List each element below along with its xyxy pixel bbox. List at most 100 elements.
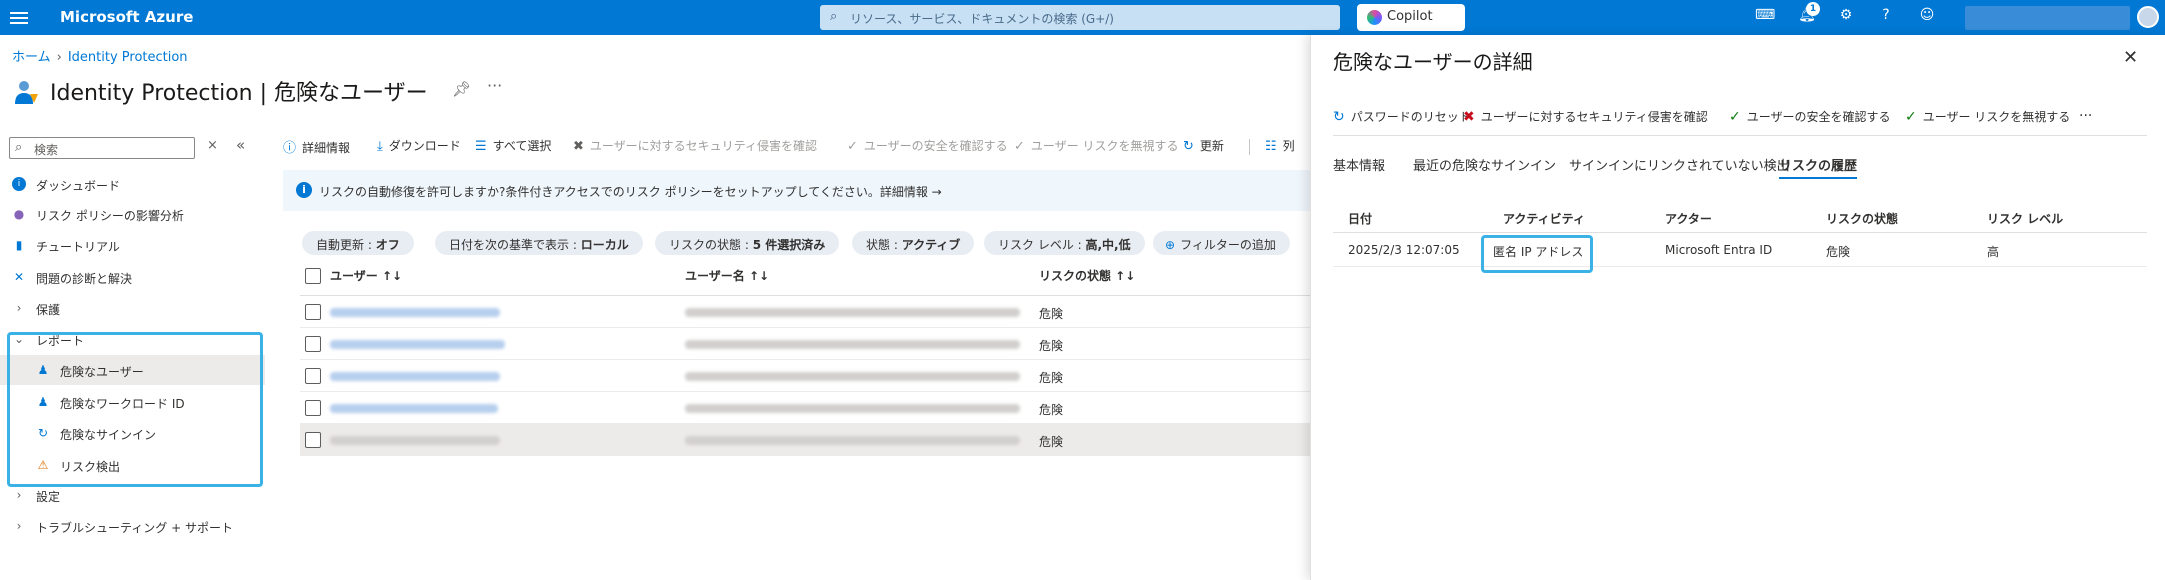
collapse-nav-icon[interactable]: « bbox=[236, 136, 245, 154]
copilot-icon bbox=[1367, 10, 1382, 25]
user-display-name[interactable] bbox=[330, 404, 498, 413]
nav-item-dashboard[interactable]: i ダッシュボード bbox=[0, 169, 265, 199]
nav-item-diagnose[interactable]: ✕ 問題の診断と解決 bbox=[0, 262, 265, 292]
toolbar-divider bbox=[1249, 139, 1250, 155]
confirm-compromised-button[interactable]: ✖ ユーザーに対するセキュリティ侵害を確認 bbox=[573, 137, 817, 154]
table-row[interactable]: 危険 bbox=[300, 392, 1310, 424]
column-header-risk-state[interactable]: リスクの状態 bbox=[1826, 210, 1898, 227]
refresh-button[interactable]: ↻ 更新 bbox=[1183, 137, 1224, 154]
column-header-username[interactable]: ユーザー名 ↑↓ bbox=[685, 267, 769, 284]
add-filter-button[interactable]: ⊕ フィルターの追加 bbox=[1153, 231, 1290, 255]
confirm-compromised-button[interactable]: ✖ ユーザーに対するセキュリティ侵害を確認 bbox=[1463, 108, 1708, 125]
close-icon[interactable]: ✕ bbox=[2123, 47, 2138, 68]
table-row[interactable]: 危険 bbox=[300, 360, 1310, 392]
filter-value: 高,中,低 bbox=[1085, 238, 1131, 252]
select-all-button[interactable]: ☰ すべて選択 bbox=[475, 137, 551, 154]
column-header-risk-state[interactable]: リスクの状態 ↑↓ bbox=[1039, 267, 1135, 284]
user-display-name[interactable] bbox=[330, 372, 500, 381]
select-all-label: すべて選択 bbox=[492, 139, 552, 153]
confirm-safe-button[interactable]: ✓ ユーザーの安全を確認する bbox=[1729, 108, 1891, 125]
user-principal-name bbox=[685, 404, 1020, 413]
help-icon[interactable]: ? bbox=[1876, 7, 1896, 27]
tab-basic-info[interactable]: 基本情報 bbox=[1333, 155, 1385, 174]
columns-button[interactable]: ☷ 列 bbox=[1265, 137, 1295, 154]
dismiss-risk-button[interactable]: ✓ ユーザー リスクを無視する bbox=[1905, 108, 2070, 125]
table-row[interactable]: 危険 bbox=[300, 296, 1310, 328]
nav-item-tutorial[interactable]: ▮ チュートリアル bbox=[0, 230, 265, 260]
copilot-label: Copilot bbox=[1387, 9, 1433, 24]
row-checkbox[interactable] bbox=[305, 400, 321, 416]
column-header-actor[interactable]: アクター bbox=[1665, 210, 1712, 227]
nav-item-label: 設定 bbox=[36, 490, 61, 504]
tab-unlinked-detections[interactable]: サインインにリンクされていない検出 bbox=[1569, 155, 1790, 174]
info-banner-text[interactable]: リスクの自動修復を許可しますか?条件付きアクセスでのリスク ポリシーをセットアッ… bbox=[319, 183, 942, 200]
nav-item-label: 問題の診断と解決 bbox=[36, 272, 133, 286]
dismiss-risk-label: ユーザー リスクを無視する bbox=[1030, 139, 1179, 153]
details-button[interactable]: ⓘ 詳細情報 bbox=[283, 137, 350, 156]
table-row[interactable]: 危険 bbox=[300, 424, 1310, 456]
copilot-button[interactable]: Copilot bbox=[1357, 4, 1465, 31]
filter-date-display[interactable]: 日付を次の基準で表示 : ローカル bbox=[435, 231, 643, 255]
tab-recent-risky-signins[interactable]: 最近の危険なサインイン bbox=[1413, 155, 1556, 174]
filter-auto-refresh[interactable]: 自動更新 : オフ bbox=[302, 231, 414, 255]
table-row[interactable]: 危険 bbox=[300, 328, 1310, 360]
reset-password-button[interactable]: ↻ パスワードのリセット bbox=[1333, 108, 1471, 125]
history-state-cell: 危険 bbox=[1826, 245, 1851, 259]
account-info[interactable] bbox=[1965, 6, 2130, 30]
column-header-date[interactable]: 日付 bbox=[1348, 210, 1372, 227]
more-options-icon[interactable]: ··· bbox=[487, 76, 502, 95]
brand-title[interactable]: Microsoft Azure bbox=[60, 8, 193, 26]
row-checkbox[interactable] bbox=[305, 368, 321, 384]
nav-search-input[interactable]: ⌕ 検索 bbox=[9, 137, 195, 159]
risky-user-details-panel: 危険なユーザーの詳細 ✕ ↻ パスワードのリセット ✖ ユーザーに対するセキュリティ… bbox=[1310, 35, 2165, 580]
settings-gear-icon[interactable]: ⚙ bbox=[1836, 7, 1856, 27]
nav-item-policy-impact[interactable]: ● リスク ポリシーの影響分析 bbox=[0, 199, 265, 229]
refresh-icon: ↻ bbox=[1333, 109, 1345, 125]
avatar[interactable] bbox=[2137, 6, 2159, 28]
column-header-risk-level[interactable]: リスク レベル bbox=[1987, 210, 2063, 227]
confirm-compromised-label: ユーザーに対するセキュリティ侵害を確認 bbox=[1480, 110, 1708, 124]
page-title: Identity Protection | 危険なユーザー bbox=[50, 81, 428, 106]
row-checkbox[interactable] bbox=[305, 304, 321, 320]
breadcrumb-current[interactable]: Identity Protection bbox=[68, 50, 188, 65]
column-header-user[interactable]: ユーザー ↑↓ bbox=[330, 267, 402, 284]
filter-risk-level[interactable]: リスク レベル : 高,中,低 bbox=[984, 231, 1145, 255]
cloud-shell-icon[interactable]: ⌨ bbox=[1755, 7, 1775, 27]
user-display-name[interactable] bbox=[330, 436, 500, 445]
user-display-name[interactable] bbox=[330, 308, 500, 317]
clear-search-icon[interactable]: × bbox=[207, 138, 218, 153]
top-bar: Microsoft Azure ⌕ リソース、サービス、ドキュメントの検索 (G… bbox=[0, 0, 2165, 35]
confirm-safe-button[interactable]: ✓ ユーザーの安全を確認する bbox=[847, 137, 1008, 154]
risk-state-cell: 危険 bbox=[1039, 339, 1064, 353]
x-icon: ✖ bbox=[1463, 109, 1475, 125]
row-checkbox[interactable] bbox=[305, 336, 321, 352]
history-date-cell: 2025/2/3 12:07:05 bbox=[1348, 243, 1460, 257]
row-checkbox[interactable] bbox=[305, 432, 321, 448]
tab-risk-history[interactable]: リスクの履歴 bbox=[1779, 155, 1858, 179]
filter-status[interactable]: 状態 : アクティブ bbox=[852, 231, 975, 255]
download-button[interactable]: ⤓ ダウンロード bbox=[377, 137, 461, 154]
table-row[interactable]: 2025/2/3 12:07:05 匿名 IP アドレス Microsoft E… bbox=[1333, 233, 2147, 267]
chevron-right-icon: › bbox=[16, 519, 22, 533]
more-options-icon[interactable]: ··· bbox=[2079, 108, 2092, 124]
nav-group-troubleshooting[interactable]: › トラブルシューティング + サポート bbox=[0, 511, 265, 541]
nav-group-protection[interactable]: › 保護 bbox=[0, 293, 265, 323]
filter-value: オフ bbox=[375, 238, 400, 252]
user-principal-name bbox=[685, 436, 1020, 445]
feedback-icon[interactable]: ☺ bbox=[1917, 7, 1937, 27]
dismiss-risk-button[interactable]: ✓ ユーザー リスクを無視する bbox=[1014, 137, 1178, 154]
filter-value: 5 件選択済み bbox=[752, 238, 826, 252]
search-icon: ⌕ bbox=[830, 9, 838, 24]
global-search-input[interactable]: ⌕ リソース、サービス、ドキュメントの検索 (G+/) bbox=[820, 5, 1340, 30]
refresh-icon: ↻ bbox=[1183, 139, 1194, 154]
user-display-name[interactable] bbox=[330, 340, 505, 349]
breadcrumb-home[interactable]: ホーム bbox=[12, 50, 51, 65]
filter-risk-state[interactable]: リスクの状態 : 5 件選択済み bbox=[655, 231, 840, 255]
select-all-checkbox[interactable] bbox=[305, 268, 321, 284]
hamburger-menu-icon[interactable] bbox=[10, 9, 28, 25]
add-filter-icon: ⊕ bbox=[1165, 238, 1176, 252]
pin-icon[interactable]: 📌︎ bbox=[452, 80, 471, 98]
column-header-activity[interactable]: アクティビティ bbox=[1503, 210, 1585, 227]
wrench-icon: ✕ bbox=[13, 270, 25, 284]
bulb-icon: ● bbox=[13, 207, 25, 221]
